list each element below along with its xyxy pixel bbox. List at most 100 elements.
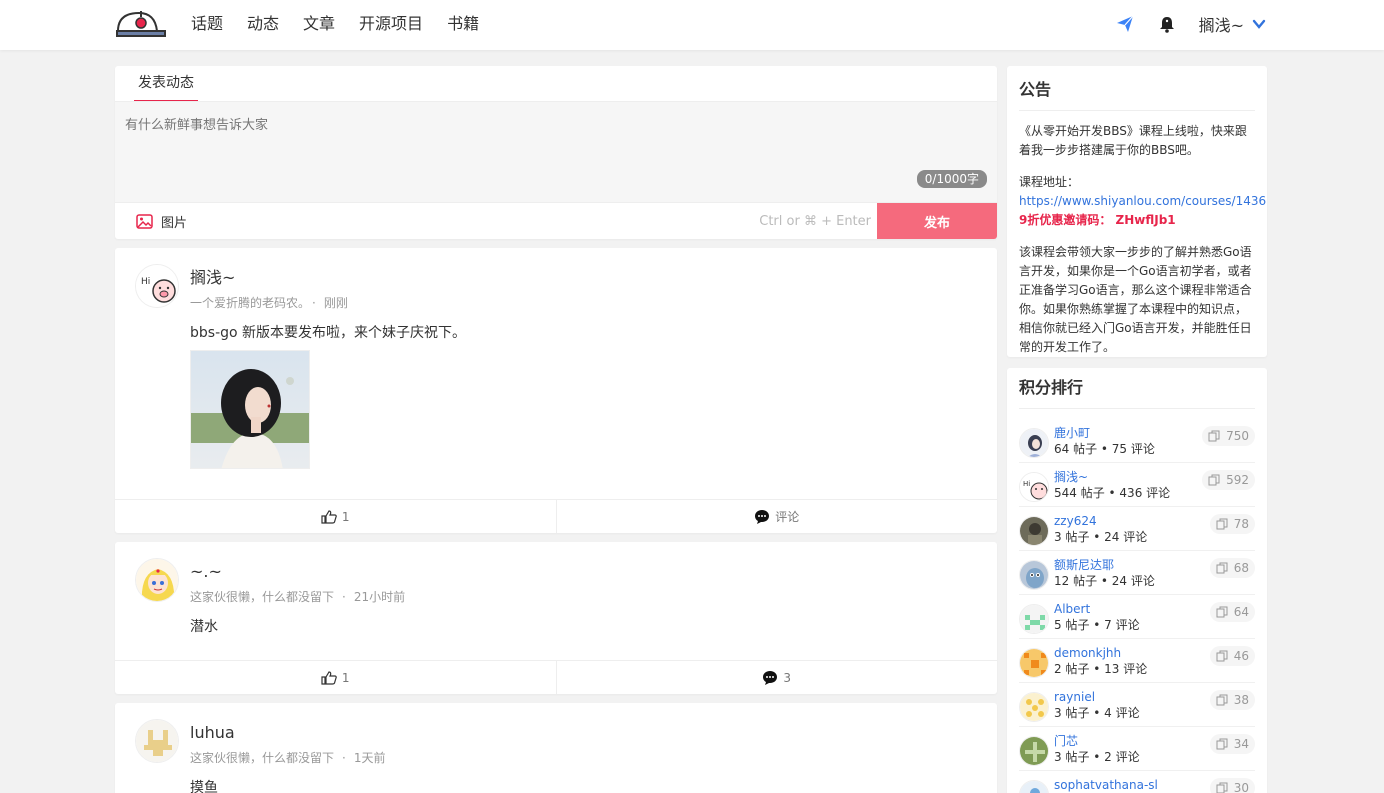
rank-user-name[interactable]: 门芯	[1054, 733, 1078, 749]
copy-icon	[1216, 562, 1228, 574]
nav-item-projects[interactable]: 开源项目	[359, 13, 423, 35]
rank-score: 46	[1209, 646, 1255, 666]
avatar[interactable]	[1019, 736, 1049, 766]
rank-row: zzy624 3 帖子 • 24 评论 78	[1019, 507, 1255, 551]
rank-score: 38	[1209, 690, 1255, 710]
site-logo[interactable]	[115, 9, 167, 39]
rank-score-value: 64	[1233, 605, 1249, 619]
rank-row: 门芯 3 帖子 • 2 评论 34	[1019, 727, 1255, 771]
rank-user-stats: 3 帖子 • 2 评论	[1054, 750, 1140, 764]
tweet-input[interactable]	[115, 102, 997, 202]
nav-item-articles[interactable]: 文章	[303, 13, 335, 35]
rank-user-name[interactable]: rayniel	[1054, 689, 1095, 705]
post-content: 潜水	[190, 619, 218, 635]
rank-user-stats: 3 帖子 • 4 评论	[1054, 706, 1140, 720]
nav-item-tweets[interactable]: 动态	[247, 13, 279, 35]
comment-button[interactable]: 3	[555, 661, 998, 694]
rank-score-value: 750	[1226, 429, 1249, 443]
post-author[interactable]: ~.~	[190, 562, 222, 582]
user-menu-name[interactable]: 搁浅~	[1199, 12, 1244, 36]
rank-user-stats: 5 帖子 • 7 评论	[1054, 618, 1140, 632]
tweet-card: ~.~ 这家伙很懒，什么都没留下 · 21小时前 潜水 1 3	[115, 542, 997, 694]
rank-row: Hi 搁浅~ 544 帖子 • 436 评论 592	[1019, 463, 1255, 507]
avatar[interactable]: Hi	[1019, 472, 1049, 502]
rank-row: demonkjhh 2 帖子 • 13 评论 46	[1019, 639, 1255, 683]
notice-description: 该课程会带领大家一步步的了解并熟悉Go语言开发，如果你是一个Go语言初学者，或者…	[1019, 245, 1252, 354]
avatar[interactable]	[1019, 604, 1049, 634]
rank-title: 积分排行	[1019, 376, 1255, 409]
rank-score-value: 68	[1233, 561, 1249, 575]
avatar[interactable]: Hi	[135, 264, 179, 308]
tweet-card: Hi 搁浅~ 一个爱折腾的老码农。 · 刚刚 bbs-go 新版本要发布啦，来个妹子…	[115, 248, 997, 533]
avatar[interactable]	[1019, 428, 1049, 458]
rank-user-name[interactable]: 鹿小町	[1054, 425, 1090, 441]
post-image[interactable]	[190, 350, 310, 469]
rank-user-name[interactable]: Albert	[1054, 601, 1090, 617]
rank-user-name[interactable]: 额斯尼达耶	[1054, 557, 1114, 573]
avatar[interactable]	[1019, 648, 1049, 678]
score-rank-panel: 积分排行 鹿小町 64 帖子 • 75 评论 750 Hi 搁浅~ 544 帖子…	[1007, 368, 1267, 793]
course-url-label: 课程地址：	[1019, 175, 1080, 189]
svg-text:Hi: Hi	[1023, 480, 1030, 488]
add-image-button[interactable]: 图片	[136, 212, 187, 231]
rank-score: 592	[1202, 470, 1255, 490]
composer-toolbar: 图片 Ctrl or ⌘ + Enter 发布	[115, 202, 997, 239]
post-meta: 这家伙很懒，什么都没留下 · 1天前	[190, 751, 386, 765]
post-content: bbs-go 新版本要发布啦，来个妹子庆祝下。	[190, 325, 467, 341]
comment-count: 评论	[775, 510, 800, 524]
tab-post-tweet[interactable]: 发表动态	[134, 66, 198, 102]
post-meta: 一个爱折腾的老码农。 · 刚刚	[190, 296, 348, 310]
avatar[interactable]	[135, 719, 179, 763]
post-meta: 这家伙很懒，什么都没留下 · 21小时前	[190, 590, 406, 604]
rank-user-name[interactable]: demonkjhh	[1054, 645, 1121, 661]
rank-score: 64	[1209, 602, 1255, 622]
rank-row: sophatvathana-sl 30	[1019, 771, 1255, 793]
notice-title: 公告	[1019, 78, 1255, 111]
like-count: 1	[341, 670, 350, 685]
rank-score: 30	[1209, 778, 1255, 793]
tweet-card: luhua 这家伙很懒，什么都没留下 · 1天前 摸鱼	[115, 703, 997, 793]
nav-item-topics[interactable]: 话题	[191, 13, 223, 35]
copy-icon	[1216, 606, 1228, 618]
avatar[interactable]	[1019, 692, 1049, 722]
rank-score-value: 78	[1233, 517, 1249, 531]
post-author[interactable]: 搁浅~	[190, 268, 235, 288]
notice-panel: 公告 《从零开始开发BBS》课程上线啦，快来跟着我一步步搭建属于你的BBS吧。 …	[1007, 66, 1267, 357]
comment-button[interactable]: 评论	[555, 500, 998, 533]
copy-icon	[1216, 694, 1228, 706]
avatar[interactable]	[1019, 560, 1049, 590]
avatar[interactable]	[135, 558, 179, 602]
post-author[interactable]: luhua	[190, 723, 235, 743]
notice-course: 课程地址： https://www.shiyanlou.com/courses/1…	[1019, 173, 1266, 230]
bell-icon[interactable]	[1157, 14, 1177, 34]
rank-score: 750	[1202, 426, 1255, 446]
coupon-code: 9折优惠邀请码： ZHwflJb1	[1019, 213, 1176, 227]
publish-button[interactable]: 发布	[877, 203, 997, 239]
chevron-down-icon[interactable]	[1252, 17, 1266, 31]
course-link[interactable]: https://www.shiyanlou.com/courses/1436	[1019, 194, 1266, 208]
rank-user-name[interactable]: zzy624	[1054, 513, 1097, 529]
paper-plane-icon[interactable]	[1115, 14, 1135, 34]
svg-text:Hi: Hi	[141, 277, 150, 287]
rank-user-stats: 64 帖子 • 75 评论	[1054, 442, 1155, 456]
rank-score: 68	[1209, 558, 1255, 578]
thumbs-up-icon	[321, 670, 337, 685]
author-bio: 这家伙很懒，什么都没留下	[190, 751, 335, 765]
rank-user-stats: 2 帖子 • 13 评论	[1054, 662, 1148, 676]
notice-intro: 《从零开始开发BBS》课程上线啦，快来跟着我一步步搭建属于你的BBS吧。	[1019, 124, 1247, 157]
like-button[interactable]: 1	[115, 500, 556, 533]
rank-user-name[interactable]: 搁浅~	[1054, 469, 1088, 485]
avatar[interactable]	[1019, 780, 1049, 793]
rank-score-value: 34	[1233, 737, 1249, 751]
post-content: 摸鱼	[190, 780, 218, 793]
nav-item-books[interactable]: 书籍	[447, 13, 479, 35]
char-counter: 0/1000字	[916, 170, 987, 188]
rank-score-value: 38	[1233, 693, 1249, 707]
thumbs-up-icon	[321, 509, 337, 524]
copy-icon	[1216, 650, 1228, 662]
copy-icon	[1216, 738, 1228, 750]
rank-user-name[interactable]: sophatvathana-sl	[1054, 777, 1158, 793]
avatar[interactable]	[1019, 516, 1049, 546]
add-image-label: 图片	[161, 216, 188, 231]
like-button[interactable]: 1	[115, 661, 556, 694]
